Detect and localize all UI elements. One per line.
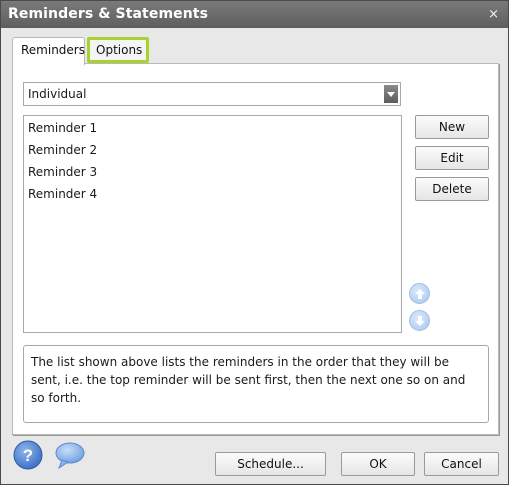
schedule-button[interactable]: Schedule... — [215, 452, 326, 476]
reminder-type-select[interactable]: Individual — [23, 82, 401, 106]
tab-reminders-label: Reminders — [21, 43, 85, 57]
tab-options-label: Options — [96, 43, 143, 57]
list-item[interactable]: Reminder 2 — [28, 141, 97, 159]
description-text: The list shown above lists the reminders… — [31, 355, 466, 405]
tab-options[interactable]: Options — [87, 37, 149, 63]
arrow-down-icon[interactable] — [409, 310, 430, 331]
window-title: Reminders & Statements — [8, 6, 209, 22]
description-box: The list shown above lists the reminders… — [23, 345, 489, 423]
svg-text:?: ? — [23, 446, 33, 465]
ok-button[interactable]: OK — [341, 452, 415, 476]
list-item[interactable]: Reminder 1 — [28, 119, 97, 137]
tab-reminders[interactable]: Reminders — [12, 37, 85, 65]
chat-icon[interactable] — [54, 441, 86, 471]
new-button[interactable]: New — [415, 115, 489, 139]
reminder-type-value: Individual — [28, 87, 87, 101]
delete-button[interactable]: Delete — [415, 177, 489, 201]
help-icon[interactable]: ? — [13, 440, 43, 470]
title-bar[interactable]: Reminders & Statements × — [1, 1, 508, 28]
chevron-down-icon[interactable] — [384, 85, 398, 103]
cancel-button[interactable]: Cancel — [424, 452, 499, 476]
reminders-dialog: Reminders & Statements × Reminders Optio… — [0, 0, 509, 485]
arrow-up-icon[interactable] — [409, 283, 430, 304]
list-item[interactable]: Reminder 4 — [28, 185, 97, 203]
edit-button[interactable]: Edit — [415, 146, 489, 170]
reminders-list[interactable]: Reminder 1 Reminder 2 Reminder 3 Reminde… — [23, 115, 402, 333]
list-item[interactable]: Reminder 3 — [28, 163, 97, 181]
close-icon[interactable]: × — [488, 7, 499, 22]
